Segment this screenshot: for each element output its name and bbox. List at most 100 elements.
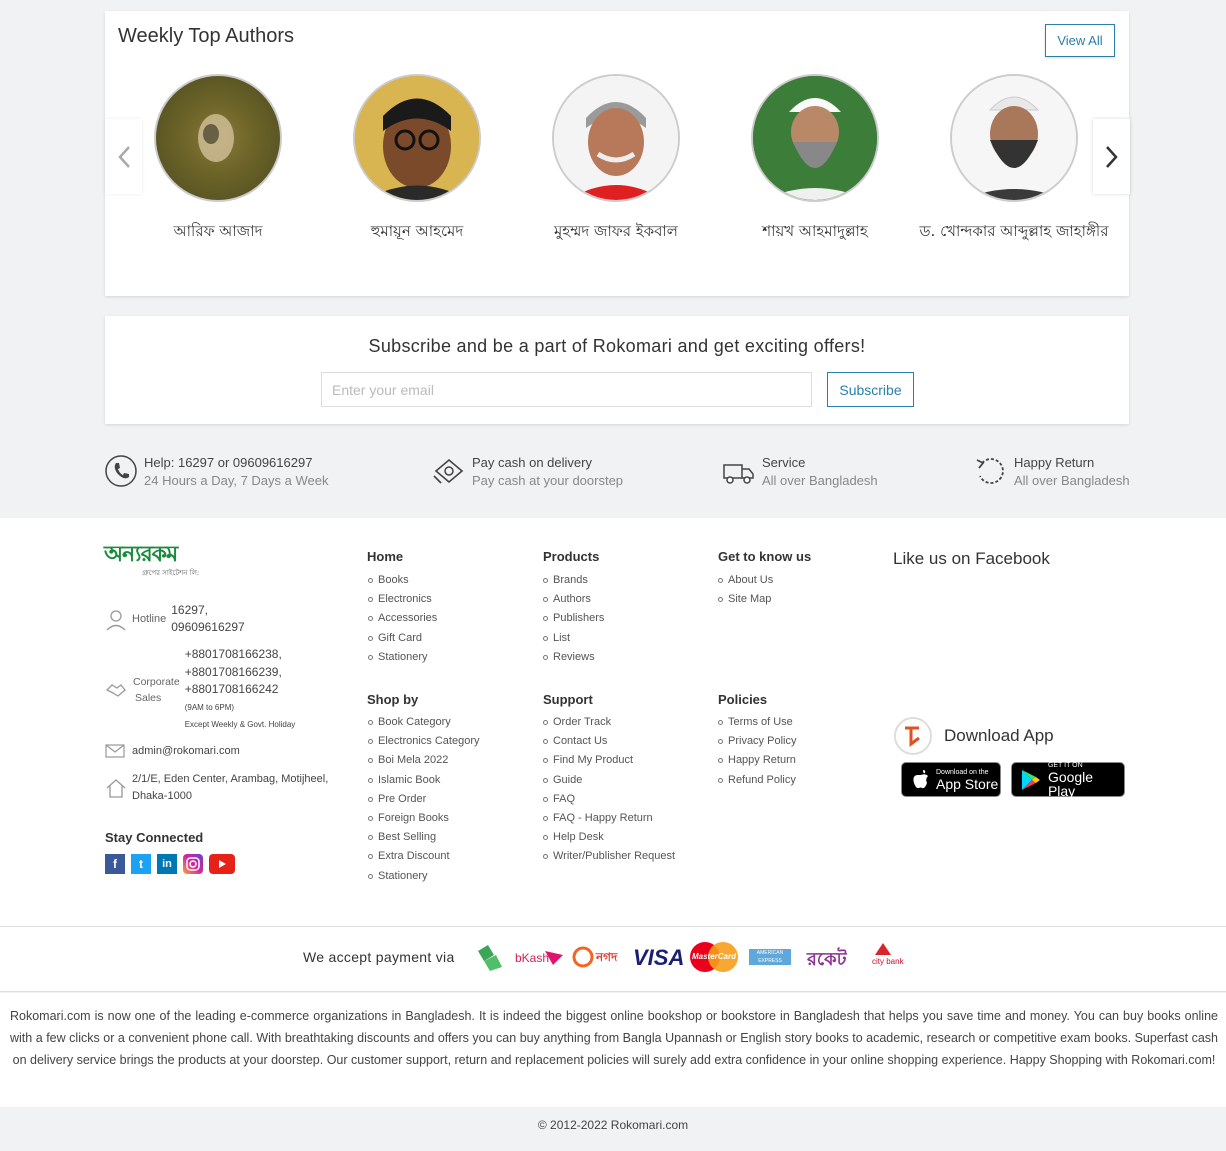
download-app: Download App <box>893 716 1054 756</box>
shop-by-links: Book Category Electronics Category Boi M… <box>368 713 480 886</box>
logo[interactable]: অন্যরকম গ্রুপের সাইটেশন লি: <box>104 543 199 579</box>
footer-link[interactable]: Order Track <box>543 713 675 732</box>
footer-link[interactable]: Writer/Publisher Request <box>543 847 675 866</box>
subscribe-button[interactable]: Subscribe <box>827 372 914 407</box>
author-photo[interactable] <box>950 74 1078 202</box>
footer-link[interactable]: About Us <box>718 571 773 590</box>
footer-link[interactable]: Accessories <box>368 609 437 628</box>
footer-link[interactable]: Authors <box>543 590 604 609</box>
author-card[interactable]: মুহম্মদ জাফর ইকবাল <box>516 74 716 245</box>
mastercard-logo: MasterCard <box>690 942 738 972</box>
feature-title: Service <box>762 455 806 470</box>
author-name[interactable]: শায়খ আহমাদুল্লাহ <box>715 220 915 245</box>
twitter-icon[interactable]: t <box>131 854 151 874</box>
footer-link[interactable]: Book Category <box>368 713 480 732</box>
linkedin-icon[interactable]: in <box>157 854 177 874</box>
footer-link[interactable]: Find My Product <box>543 751 675 770</box>
footer-link[interactable]: Islamic Book <box>368 771 480 790</box>
hotline-number: 16297, <box>171 603 208 617</box>
footer-link[interactable]: Contact Us <box>543 732 675 751</box>
weekly-top-authors-section: Weekly Top Authors View All আরিফ আজাদ হু… <box>105 11 1130 296</box>
corporate-note: Except Weekly & Govt. Holiday <box>184 720 296 729</box>
author-card[interactable]: ড. খোন্দকার আব্দুল্লাহ জাহাঙ্গীর <box>914 74 1114 245</box>
footer-link[interactable]: Brands <box>543 571 604 590</box>
author-name[interactable]: আরিফ আজাদ <box>118 220 318 245</box>
author-name[interactable]: ড. খোন্দকার আব্দুল্লাহ জাহাঙ্গীর <box>914 220 1114 245</box>
footer-link[interactable]: Publishers <box>543 609 604 628</box>
carousel-next-button[interactable] <box>1093 119 1130 194</box>
footer-link[interactable]: Help Desk <box>543 828 675 847</box>
logo-text: অন্যরকম <box>104 542 178 567</box>
footer-link[interactable]: List <box>543 629 604 648</box>
handshake-icon <box>105 683 126 697</box>
author-photo[interactable] <box>154 74 282 202</box>
policies-column-heading: Policies <box>718 692 768 707</box>
footer-link[interactable]: Guide <box>543 771 675 790</box>
instagram-icon[interactable] <box>183 854 203 874</box>
social-links: f t in <box>105 854 235 874</box>
products-links: Brands Authors Publishers List Reviews <box>543 571 604 667</box>
footer-link[interactable]: Refund Policy <box>718 771 796 790</box>
email-input[interactable] <box>321 372 812 407</box>
email-address[interactable]: admin@rokomari.com <box>132 745 240 757</box>
footer-link[interactable]: Electronics Category <box>368 732 480 751</box>
mail-icon <box>105 744 125 758</box>
feature-cod: Pay cash on delivery Pay cash at your do… <box>432 454 623 490</box>
footer-link[interactable]: Reviews <box>543 648 604 667</box>
author-photo[interactable] <box>552 74 680 202</box>
footer-link[interactable]: Extra Discount <box>368 847 480 866</box>
footer-link[interactable]: Stationery <box>368 648 437 667</box>
policies-links: Terms of Use Privacy Policy Happy Return… <box>718 713 796 790</box>
bkash-logo: bKash <box>515 951 550 965</box>
view-all-button[interactable]: View All <box>1045 24 1115 57</box>
author-name[interactable]: মুহম্মদ জাফর ইকবাল <box>516 220 716 245</box>
feature-subtitle: Pay cash at your doorstep <box>472 473 624 488</box>
author-card[interactable]: আরিফ আজাদ <box>118 74 318 245</box>
headset-icon <box>106 610 126 631</box>
support-links: Order Track Contact Us Find My Product G… <box>543 713 675 867</box>
footer-link[interactable]: Stationery <box>368 867 480 886</box>
footer-link[interactable]: FAQ <box>543 790 675 809</box>
feature-subtitle: 24 Hours a Day, 7 Days a Week <box>144 473 329 488</box>
author-photo[interactable] <box>751 74 879 202</box>
google-play-button[interactable]: GET IT ON Google Play <box>1011 762 1125 799</box>
return-icon <box>976 458 1004 484</box>
footer-link[interactable]: Best Selling <box>368 828 480 847</box>
home-links: Books Electronics Accessories Gift Card … <box>368 571 437 667</box>
footer-link[interactable]: Happy Return <box>718 751 796 770</box>
footer-link[interactable]: Foreign Books <box>368 809 480 828</box>
hotline-row: Hotline 16297, 09609616297 <box>105 602 245 636</box>
corporate-label: Sales <box>135 691 162 704</box>
know-us-links: About Us Site Map <box>718 571 773 609</box>
author-photo[interactable] <box>353 74 481 202</box>
author-card[interactable]: শায়খ আহমাদুল্লাহ <box>715 74 915 245</box>
footer-link[interactable]: Electronics <box>368 590 437 609</box>
footer-link[interactable]: Privacy Policy <box>718 732 796 751</box>
corporate-number: +8801708166239, <box>184 664 282 679</box>
facebook-icon[interactable]: f <box>105 854 125 874</box>
truck-icon <box>723 464 754 484</box>
app-store-button[interactable]: Download on the App Store <box>901 762 1001 797</box>
footer-link[interactable]: Terms of Use <box>718 713 796 732</box>
footer-link[interactable]: Gift Card <box>368 629 437 648</box>
author-name[interactable]: হুমায়ূন আহমেদ <box>317 220 517 245</box>
logo-subtitle: গ্রুপের সাইটেশন লি: <box>142 569 200 577</box>
footer-link[interactable]: FAQ - Happy Return <box>543 809 675 828</box>
feature-subtitle: All over Bangladesh <box>762 473 878 488</box>
payment-bar: We accept payment via bKash নগদ VISA Mas… <box>0 926 1226 992</box>
footer-link[interactable]: Site Map <box>718 590 773 609</box>
author-card[interactable]: হুমায়ূন আহমেদ <box>317 74 517 245</box>
phone-icon <box>105 455 137 487</box>
footer-link[interactable]: Books <box>368 571 437 590</box>
corporate-label: Corporate <box>133 675 180 688</box>
about-text: Rokomari.com is now one of the leading e… <box>0 993 1226 1107</box>
youtube-icon[interactable] <box>209 854 235 874</box>
know-us-column-heading: Get to know us <box>718 549 812 564</box>
app-store-big: App Store <box>936 775 999 792</box>
feature-title: Help: 16297 or 09609616297 <box>144 455 313 470</box>
payment-cash-icon <box>478 945 502 971</box>
google-play-big: Google Play <box>1047 768 1094 799</box>
bkash-bird-icon <box>545 951 563 965</box>
footer-link[interactable]: Boi Mela 2022 <box>368 751 480 770</box>
footer-link[interactable]: Pre Order <box>368 790 480 809</box>
